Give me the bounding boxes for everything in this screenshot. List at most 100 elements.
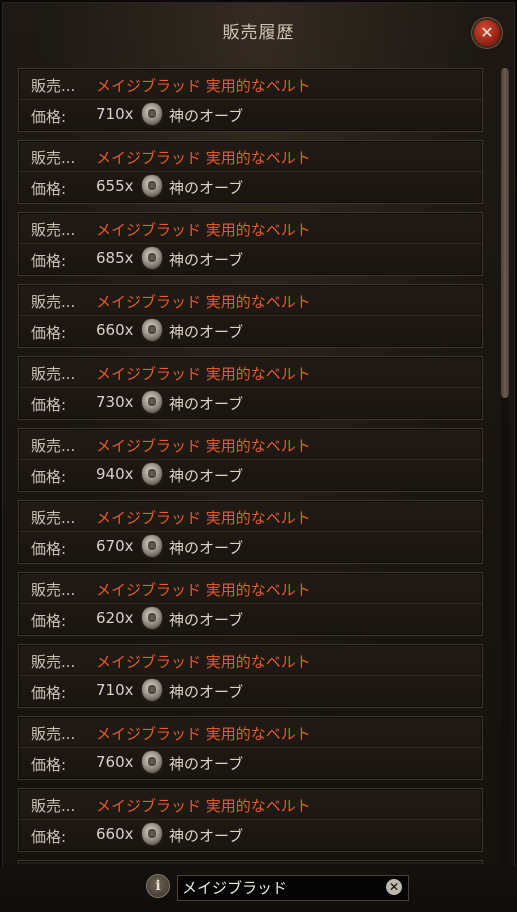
item-name[interactable]: メイジブラッド 実用的なベルト [96,507,311,528]
item-name[interactable]: メイジブラッド 実用的なベルト [96,651,311,672]
item-name[interactable]: メイジブラッド 実用的なベルト [96,363,311,384]
sold-label: 販売... [31,149,76,167]
item-name[interactable]: メイジブラッド 実用的なベルト [96,579,311,600]
sale-item-row: 販売... メイジブラッド 実用的なベルト [19,501,482,532]
divine-orb-icon [142,535,162,557]
clear-search-icon[interactable]: ✕ [386,879,402,895]
price-label: 価格: [31,180,67,198]
scrollbar[interactable] [501,68,509,864]
price-value: 940x [96,465,134,483]
price-label: 価格: [31,252,67,270]
price-value: 685x [96,249,134,267]
sale-entry[interactable]: 販売... メイジブラッド 実用的なベルト 価格: 655x 神のオーブ [18,140,483,204]
sale-entry[interactable]: 販売... メイジブラッド 実用的なベルト 価格: [18,860,483,864]
divine-orb-icon [142,679,162,701]
item-name[interactable]: メイジブラッド 実用的なベルト [96,291,311,312]
sale-price-row: 価格: 620x 神のオーブ [19,604,482,634]
sold-label: 販売... [31,581,76,599]
sale-entry[interactable]: 販売... メイジブラッド 実用的なベルト 価格: 940x 神のオーブ [18,428,483,492]
divine-orb-icon [142,751,162,773]
currency-name: 神のオーブ [169,755,244,773]
sale-price-row: 価格: 660x 神のオーブ [19,316,482,346]
currency-name: 神のオーブ [169,323,244,341]
sale-entry[interactable]: 販売... メイジブラッド 実用的なベルト 価格: 710x 神のオーブ [18,68,483,132]
search-box[interactable]: ✕ [177,875,409,901]
sale-entry[interactable]: 販売... メイジブラッド 実用的なベルト 価格: 710x 神のオーブ [18,644,483,708]
sale-price-row: 価格: 670x 神のオーブ [19,532,482,562]
sale-item-row: 販売... メイジブラッド 実用的なベルト [19,861,482,864]
sale-item-row: 販売... メイジブラッド 実用的なベルト [19,645,482,676]
sale-entry[interactable]: 販売... メイジブラッド 実用的なベルト 価格: 660x 神のオーブ [18,284,483,348]
sold-label: 販売... [31,437,76,455]
item-name[interactable]: メイジブラッド 実用的なベルト [96,75,311,96]
sale-item-row: 販売... メイジブラッド 実用的なベルト [19,285,482,316]
sale-price-row: 価格: 685x 神のオーブ [19,244,482,274]
sale-entry[interactable]: 販売... メイジブラッド 実用的なベルト 価格: 660x 神のオーブ [18,788,483,852]
divine-orb-icon [142,607,162,629]
sale-entry[interactable]: 販売... メイジブラッド 実用的なベルト 価格: 620x 神のオーブ [18,572,483,636]
window-title: 販売履歴 [222,23,295,43]
sold-label: 販売... [31,653,76,671]
sale-item-row: 販売... メイジブラッド 実用的なベルト [19,213,482,244]
sale-price-row: 価格: 940x 神のオーブ [19,460,482,490]
sold-label: 販売... [31,725,76,743]
currency-name: 神のオーブ [169,107,244,125]
divine-orb-icon [142,463,162,485]
divine-orb-icon [142,391,162,413]
sale-entry[interactable]: 販売... メイジブラッド 実用的なベルト 価格: 760x 神のオーブ [18,716,483,780]
price-value: 760x [96,753,134,771]
currency-name: 神のオーブ [169,467,244,485]
price-label: 価格: [31,684,67,702]
price-label: 価格: [31,756,67,774]
close-button[interactable]: ✕ [474,20,500,46]
price-value: 670x [96,537,134,555]
price-label: 価格: [31,540,67,558]
info-icon[interactable]: i [147,875,169,897]
item-name[interactable]: メイジブラッド 実用的なベルト [96,435,311,456]
divine-orb-icon [142,823,162,845]
price-value: 730x [96,393,134,411]
currency-name: 神のオーブ [169,539,244,557]
sale-item-row: 販売... メイジブラッド 実用的なベルト [19,357,482,388]
sale-entry[interactable]: 販売... メイジブラッド 実用的なベルト 価格: 685x 神のオーブ [18,212,483,276]
sales-history-window: 販売履歴 ✕ 販売... メイジブラッド 実用的なベルト 価格: 710x 神の… [0,0,517,912]
sale-price-row: 価格: 760x 神のオーブ [19,748,482,778]
sold-label: 販売... [31,797,76,815]
currency-name: 神のオーブ [169,827,244,845]
price-value: 620x [96,609,134,627]
sale-item-row: 販売... メイジブラッド 実用的なベルト [19,717,482,748]
item-name[interactable]: メイジブラッド 実用的なベルト [96,219,311,240]
sold-label: 販売... [31,77,76,95]
sale-price-row: 価格: 730x 神のオーブ [19,388,482,418]
sale-item-row: 販売... メイジブラッド 実用的なベルト [19,69,482,100]
price-label: 価格: [31,108,67,126]
price-value: 660x [96,825,134,843]
divine-orb-icon [142,247,162,269]
sale-entry[interactable]: 販売... メイジブラッド 実用的なベルト 価格: 730x 神のオーブ [18,356,483,420]
item-name[interactable]: メイジブラッド 実用的なベルト [96,147,311,168]
sale-item-row: 販売... メイジブラッド 実用的なベルト [19,429,482,460]
sale-price-row: 価格: 710x 神のオーブ [19,676,482,706]
price-label: 価格: [31,396,67,414]
sale-price-row: 価格: 655x 神のオーブ [19,172,482,202]
price-label: 価格: [31,612,67,630]
item-name[interactable]: メイジブラッド 実用的なベルト [96,795,311,816]
price-label: 価格: [31,468,67,486]
price-label: 価格: [31,324,67,342]
divine-orb-icon [142,319,162,341]
search-input[interactable] [182,877,378,897]
divine-orb-icon [142,103,162,125]
sales-history-list[interactable]: 販売... メイジブラッド 実用的なベルト 価格: 710x 神のオーブ 販売.… [18,68,483,864]
sold-label: 販売... [31,365,76,383]
currency-name: 神のオーブ [169,611,244,629]
divine-orb-icon [142,175,162,197]
price-value: 710x [96,681,134,699]
sale-entry[interactable]: 販売... メイジブラッド 実用的なベルト 価格: 670x 神のオーブ [18,500,483,564]
currency-name: 神のオーブ [169,683,244,701]
currency-name: 神のオーブ [169,251,244,269]
scrollbar-thumb[interactable] [501,68,509,398]
currency-name: 神のオーブ [169,179,244,197]
sale-price-row: 価格: 660x 神のオーブ [19,820,482,850]
item-name[interactable]: メイジブラッド 実用的なベルト [96,723,311,744]
sold-label: 販売... [31,509,76,527]
